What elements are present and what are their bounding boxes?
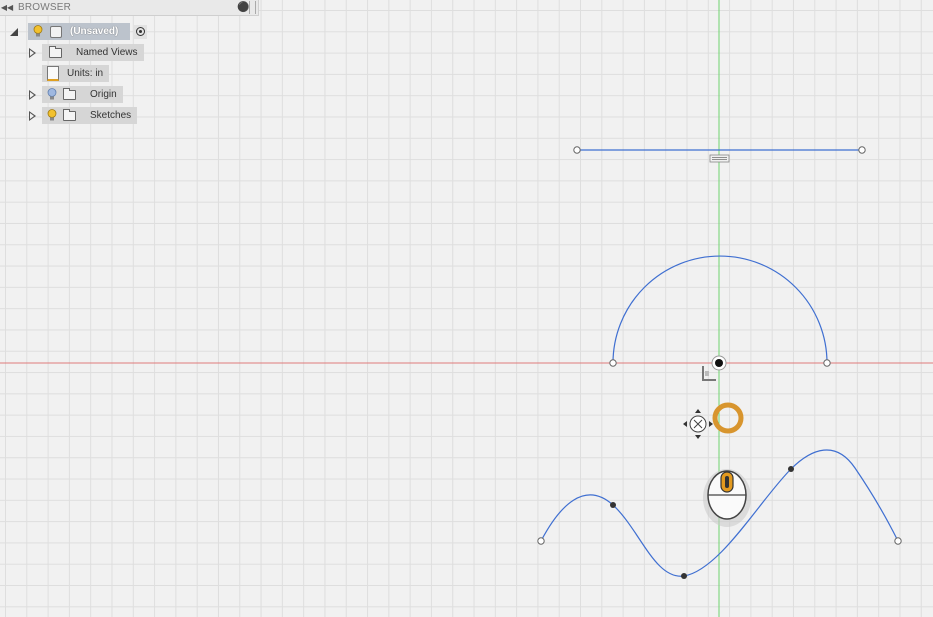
root-component-node[interactable]: (Unsaved) [28,23,131,40]
units-node[interactable]: Units: in [42,65,110,82]
sketches-node[interactable]: Sketches [42,107,138,124]
visibility-bulb-icon[interactable] [45,109,59,123]
arc-endpoint-right[interactable] [823,359,831,367]
browser-title: BROWSER [18,2,72,13]
origin-point-icon[interactable] [711,355,727,371]
browser-root-row[interactable]: (Unsaved) [8,23,148,40]
collapse-browser-icon[interactable]: ◀◀ [0,3,14,12]
orbit-cursor-icon [683,409,713,439]
mouse-middle-button-icon [703,469,751,527]
sketch-canvas[interactable] [0,0,933,617]
line-endpoint-right[interactable] [858,146,866,154]
arc-endpoint-left[interactable] [609,359,617,367]
browser-item-named-views[interactable]: Named Views [26,44,144,61]
origin-node[interactable]: Origin [42,86,123,103]
document-icon [47,66,59,81]
folder-icon [63,87,76,100]
activate-component-icon[interactable] [133,24,148,39]
browser-item-sketches[interactable]: Sketches [26,107,138,124]
browser-item-origin[interactable]: Origin [26,86,123,103]
named-views-node[interactable]: Named Views [42,44,144,61]
sketches-label: Sketches [90,110,132,121]
expand-origin-icon[interactable] [26,86,38,103]
folder-icon [49,45,62,58]
component-icon [50,25,62,38]
units-label: Units: in [67,68,104,79]
expand-sketches-icon[interactable] [26,107,38,124]
browser-panel-header: ◀◀ BROWSER ⚫ [0,0,259,16]
expand-named-views-icon[interactable] [26,44,38,61]
panel-grip-icon[interactable] [249,1,256,14]
visibility-bulb-icon[interactable] [45,88,59,102]
spline-fit-point[interactable] [788,466,794,472]
spline-fit-point[interactable] [610,502,616,508]
pin-icon[interactable]: ⚫ [237,2,249,13]
root-component-label: (Unsaved) [70,26,119,37]
horizontal-constraint-icon[interactable] [709,154,730,163]
line-endpoint-left[interactable] [573,146,581,154]
spline-fit-point[interactable] [681,573,687,579]
spline-endpoint-left[interactable] [537,537,545,545]
named-views-label: Named Views [76,47,138,58]
folder-icon [63,108,76,121]
sketch-arc[interactable] [612,255,828,364]
expand-root-icon[interactable] [8,23,20,40]
origin-label: Origin [90,89,117,100]
spline-endpoint-right[interactable] [894,537,902,545]
visibility-bulb-icon[interactable] [31,25,45,39]
browser-item-units[interactable]: Units: in [42,65,110,82]
